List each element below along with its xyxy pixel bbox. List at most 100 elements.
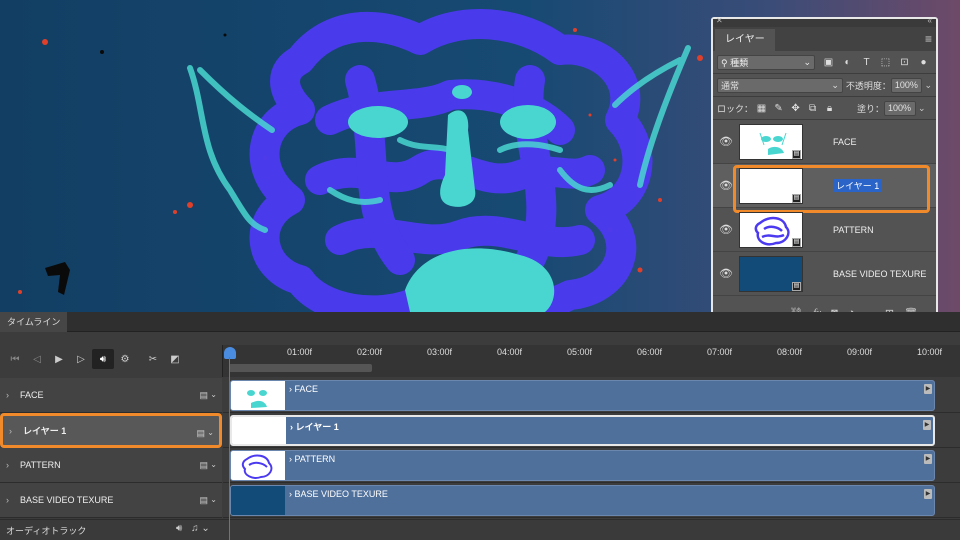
blend-mode-select[interactable]: 通常 ⌄ — [717, 77, 843, 93]
track-name: BASE VIDEO TEXURE — [20, 495, 114, 505]
visibility-eye-icon[interactable]: 👁︎ — [713, 223, 739, 236]
fill-field[interactable]: 100% — [884, 100, 917, 116]
film-icon[interactable]: ▤ — [199, 390, 208, 401]
time-ruler[interactable]: 01:00f 02:00f 03:00f 04:00f 05:00f 06:00… — [222, 345, 960, 377]
clip-thumbnail — [232, 417, 286, 444]
audio-controls: 🔊︎ ♫ ⌄ — [176, 523, 210, 534]
layer-name: PATTERN — [833, 224, 874, 235]
timeline-panel: タイムライン ⏮ ◁ ▶ ▷ 🔊︎ ⚙︎ ✂ ◩ 01:00f 02:00f 0… — [0, 312, 960, 540]
track-lane: › レイヤー 1 ▶ — [223, 413, 960, 448]
clip-end-icon[interactable]: ▶ — [923, 420, 931, 430]
clip-pattern[interactable]: › PATTERN ▶ — [230, 450, 935, 481]
play-icon[interactable]: ▶ — [48, 349, 70, 369]
clip-thumbnail — [231, 486, 285, 515]
opacity-label: 不透明度： — [845, 80, 891, 91]
pixel-filter-icon[interactable]: ▣ — [823, 57, 834, 68]
ruler-label: 01:00f — [287, 347, 313, 357]
ruler-label: 08:00f — [777, 347, 803, 357]
go-to-first-frame-icon[interactable]: ⏮ — [4, 349, 26, 369]
audio-track-row[interactable]: オーディオトラック 🔊︎ ♫ ⌄ — [0, 519, 960, 540]
film-icon[interactable]: ▤ — [199, 495, 208, 506]
chevron-down-icon[interactable]: ⌄ — [924, 80, 932, 91]
track-name: レイヤー 1 — [23, 426, 67, 436]
visibility-eye-icon[interactable]: 👁︎ — [713, 135, 739, 148]
clip-face[interactable]: › FACE ▶ — [230, 380, 935, 411]
panel-menu-icon[interactable]: ≡ — [925, 32, 932, 46]
chevron-right-icon[interactable]: › — [6, 495, 20, 505]
filter-toggle-icon[interactable]: ● — [918, 57, 929, 68]
chevron-right-icon[interactable]: › — [9, 426, 23, 436]
settings-gear-icon[interactable]: ⚙︎ — [114, 349, 136, 369]
audio-track-label: オーディオトラック — [6, 525, 87, 536]
work-area-bar[interactable] — [229, 364, 372, 372]
chevron-down-icon[interactable]: ⌄ — [210, 495, 217, 504]
lock-all-icon[interactable]: 🔒︎ — [824, 103, 835, 114]
chevron-right-icon[interactable]: › — [6, 390, 20, 400]
track-header-pattern[interactable]: › PATTERN ▤ ⌄ — [0, 448, 222, 483]
clip-label: › レイヤー 1 — [290, 422, 339, 432]
layer-row-face[interactable]: 👁︎ ▤ FACE — [713, 120, 936, 164]
visibility-eye-icon[interactable]: 👁︎ — [713, 267, 739, 280]
clip-end-icon[interactable]: ▶ — [924, 489, 932, 499]
next-frame-icon[interactable]: ▷ — [70, 349, 92, 369]
previous-frame-icon[interactable]: ◁ — [26, 349, 48, 369]
close-icon[interactable]: ✕ — [716, 16, 723, 25]
layer-row-layer1[interactable]: 👁︎ ▤ レイヤー 1 — [713, 164, 936, 213]
chevron-right-icon[interactable]: › — [6, 460, 20, 470]
layer-row-pattern[interactable]: 👁︎ ▤ PATTERN — [713, 208, 936, 252]
clip-base-video[interactable]: › BASE VIDEO TEXURE ▶ — [230, 485, 935, 516]
panel-titlebar: ✕ « — [713, 16, 936, 27]
clip-end-icon[interactable]: ▶ — [924, 384, 932, 394]
split-scissors-icon[interactable]: ✂ — [142, 349, 164, 369]
lock-paint-icon[interactable]: ✎ — [773, 103, 784, 114]
track-header-base-video[interactable]: › BASE VIDEO TEXURE ▤ ⌄ — [0, 483, 222, 518]
track-header-face[interactable]: › FACE ▤ ⌄ — [0, 378, 222, 413]
clip-label: › BASE VIDEO TEXURE — [289, 489, 388, 499]
transition-icon[interactable]: ◩ — [164, 349, 186, 369]
playhead-line — [229, 357, 230, 540]
opacity-field[interactable]: 100% — [890, 77, 923, 93]
chevron-down-icon[interactable]: ⌄ — [210, 460, 217, 469]
ruler-label: 06:00f — [637, 347, 663, 357]
playhead-handle[interactable] — [224, 347, 236, 359]
video-layer-icon: ▤ — [792, 282, 801, 291]
tab-timeline[interactable]: タイムライン — [0, 312, 68, 332]
chevron-down-icon: ⌄ — [803, 56, 811, 67]
ruler-label: 04:00f — [497, 347, 523, 357]
film-icon[interactable]: ▤ — [196, 428, 205, 439]
clip-layer1[interactable]: › レイヤー 1 ▶ — [230, 415, 935, 446]
speaker-icon[interactable]: 🔊︎ — [176, 523, 182, 534]
ruler-label: 03:00f — [427, 347, 453, 357]
smart-object-filter-icon[interactable]: ⊡ — [899, 57, 910, 68]
clip-thumbnail — [231, 451, 285, 480]
chevron-down-icon[interactable]: ⌄ — [210, 390, 217, 399]
adjustment-filter-icon[interactable]: ◐ — [842, 57, 853, 68]
filter-row: ⚲ 種類 ⌄ ▣ ◐ T ⬚ ⊡ ● — [713, 51, 936, 73]
filter-kind-value: 種類 — [730, 57, 749, 68]
lock-position-icon[interactable]: ✥ — [790, 103, 801, 114]
shape-filter-icon[interactable]: ⬚ — [880, 57, 891, 68]
type-filter-icon[interactable]: T — [861, 57, 872, 68]
clip-label: › FACE — [289, 384, 319, 394]
fill-label: 塗り： — [857, 103, 885, 114]
film-icon[interactable]: ▤ — [199, 460, 208, 471]
lock-transparency-icon[interactable]: ▦ — [756, 103, 767, 114]
track-header-layer1[interactable]: › レイヤー 1 ▤ ⌄ — [0, 413, 222, 448]
audio-toggle-icon[interactable]: 🔊︎ — [92, 349, 114, 369]
layers-panel: ✕ « レイヤー ≡ ⚲ 種類 ⌄ ▣ ◐ T ⬚ ⊡ ● 通常 ⌄ 不透明度：… — [711, 16, 938, 327]
clip-end-icon[interactable]: ▶ — [924, 454, 932, 464]
layer-row-base-video[interactable]: 👁︎ ▤ BASE VIDEO TEXURE — [713, 252, 936, 296]
blend-row: 通常 ⌄ 不透明度： 100% ⌄ — [713, 74, 936, 96]
ruler-label: 10:00f — [917, 347, 943, 357]
tab-layers[interactable]: レイヤー — [715, 29, 775, 51]
layer-filter-select[interactable]: ⚲ 種類 ⌄ — [717, 54, 815, 70]
lock-artboard-icon[interactable]: ⧉ — [807, 103, 818, 114]
collapse-icon[interactable]: « — [928, 16, 932, 25]
chevron-down-icon[interactable]: ⌄ — [918, 103, 926, 114]
track-name: FACE — [20, 390, 44, 400]
chevron-down-icon[interactable]: ⌄ — [201, 523, 209, 534]
panel-tabs: レイヤー ≡ — [713, 27, 936, 51]
selection-highlight — [733, 165, 930, 213]
music-note-icon[interactable]: ♫ — [191, 523, 199, 534]
chevron-down-icon[interactable]: ⌄ — [207, 428, 214, 437]
